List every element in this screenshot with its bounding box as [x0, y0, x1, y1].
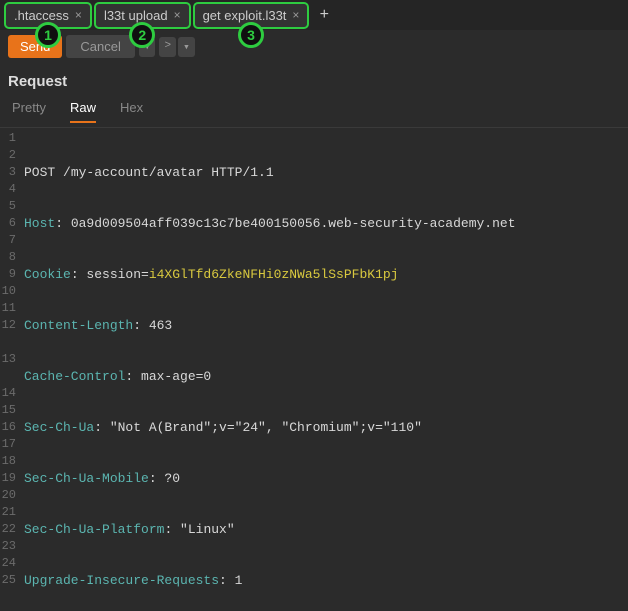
section-title: Request [0, 63, 628, 96]
tab-label: get exploit.l33t [203, 8, 287, 23]
close-icon[interactable]: × [75, 8, 82, 22]
close-icon[interactable]: × [174, 8, 181, 22]
toolbar: Send Cancel ▾ > ▾ [0, 30, 628, 63]
view-tabs: Pretty Raw Hex [0, 96, 628, 128]
add-tab-button[interactable]: + [313, 4, 335, 26]
request-editor[interactable]: 1234567891011121314151617181920212223242… [0, 128, 628, 607]
tab-hex[interactable]: Hex [120, 96, 143, 123]
step-badge: 3 [238, 22, 264, 48]
step-badge: 2 [129, 22, 155, 48]
line-gutter: 1234567891011121314151617181920212223242… [0, 128, 20, 607]
forward-group: > ▾ [159, 37, 194, 57]
tab-bar: .htaccess × 1 l33t upload × 2 get exploi… [0, 0, 628, 30]
code-area[interactable]: POST /my-account/avatar HTTP/1.1 Host: 0… [20, 128, 628, 607]
tab-label: l33t upload [104, 8, 168, 23]
tab-l33t-upload[interactable]: l33t upload × 2 [96, 4, 189, 27]
tab-get-exploit[interactable]: get exploit.l33t × 3 [195, 4, 308, 27]
step-badge: 1 [35, 22, 61, 48]
tab-raw[interactable]: Raw [70, 96, 96, 123]
close-icon[interactable]: × [292, 8, 299, 22]
tab-pretty[interactable]: Pretty [12, 96, 46, 123]
chevron-down-icon[interactable]: ▾ [178, 37, 195, 57]
tab-htaccess[interactable]: .htaccess × 1 [6, 4, 90, 27]
cancel-button[interactable]: Cancel [66, 35, 134, 58]
tab-label: .htaccess [14, 8, 69, 23]
forward-button[interactable]: > [159, 37, 176, 57]
